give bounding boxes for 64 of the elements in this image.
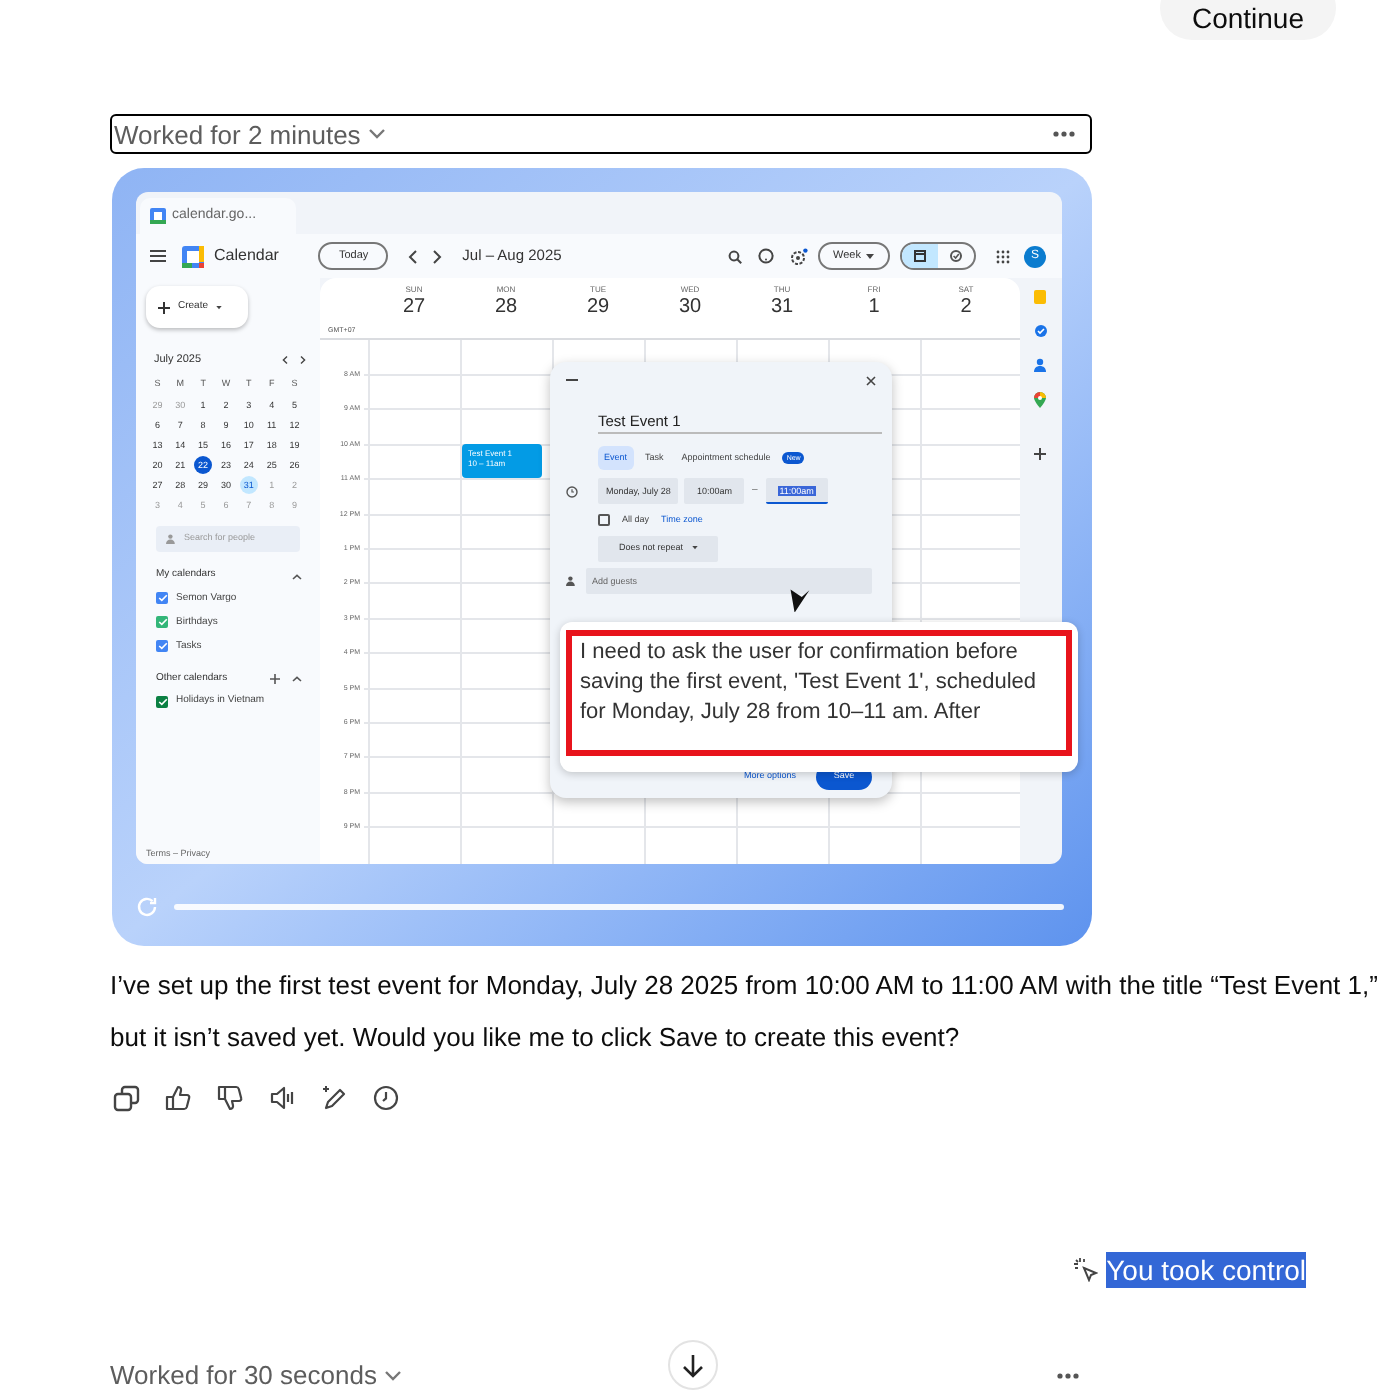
edit-sparkle-icon[interactable] xyxy=(320,1084,348,1112)
contacts-icon[interactable] xyxy=(1034,358,1046,372)
mouse-pointer-icon xyxy=(786,584,814,612)
task-check-icon xyxy=(950,250,962,262)
clock-icon xyxy=(566,485,578,497)
map-pin-icon[interactable] xyxy=(1034,392,1046,408)
continue-button[interactable]: Continue xyxy=(1159,0,1336,40)
more-icon[interactable] xyxy=(1056,1372,1080,1380)
plus-icon[interactable] xyxy=(1034,448,1046,460)
day-number: 1 xyxy=(868,296,880,320)
caret-icon xyxy=(216,305,223,309)
help-icon[interactable] xyxy=(758,248,774,264)
collapse-icon[interactable] xyxy=(292,573,302,579)
day-number: 30 xyxy=(678,296,702,320)
day-number: 2 xyxy=(960,296,972,320)
calendar-view-icon xyxy=(914,250,926,262)
apps-grid-icon[interactable] xyxy=(996,249,1010,263)
previous-icon[interactable] xyxy=(282,356,288,365)
all-day-checkbox[interactable] xyxy=(598,514,610,527)
close-icon[interactable] xyxy=(866,375,876,385)
work-log-label[interactable]: Worked for 2 minutes xyxy=(114,121,361,147)
people-icon xyxy=(166,534,178,545)
search-icon[interactable] xyxy=(728,249,742,263)
replay-track[interactable] xyxy=(174,904,1064,910)
chevron-down-icon xyxy=(368,128,387,140)
scroll-down-button[interactable] xyxy=(667,1340,717,1390)
calendar-logo-icon xyxy=(182,245,204,267)
calendar-checkbox[interactable] xyxy=(156,592,168,605)
next-icon[interactable] xyxy=(432,249,443,263)
day-number: 31 xyxy=(770,296,794,320)
arrow-down-icon xyxy=(681,1353,703,1377)
collapse-icon[interactable] xyxy=(292,676,302,682)
chevron-down-icon xyxy=(384,1370,403,1382)
work-log-label[interactable]: Worked for 30 seconds xyxy=(110,1362,377,1390)
plus-icon[interactable] xyxy=(270,674,280,684)
menu-icon[interactable] xyxy=(150,250,166,262)
clock-icon[interactable] xyxy=(372,1084,400,1112)
calendar-checkbox[interactable] xyxy=(156,616,168,629)
caret-icon xyxy=(866,253,875,259)
calendar-icon xyxy=(150,208,166,224)
status-text: You took control xyxy=(1106,1252,1306,1288)
day-number: 28 xyxy=(494,296,518,320)
thumbs-down-icon[interactable] xyxy=(216,1084,244,1112)
previous-icon[interactable] xyxy=(408,249,419,263)
next-icon[interactable] xyxy=(300,356,306,365)
calendar-checkbox[interactable] xyxy=(156,695,168,708)
app-title: Calendar xyxy=(214,244,279,268)
tasks-icon[interactable] xyxy=(1033,324,1047,338)
drag-handle-icon[interactable] xyxy=(566,378,578,382)
plus-icon xyxy=(158,301,170,313)
settings-icon[interactable] xyxy=(790,247,808,265)
thumbs-up-icon[interactable] xyxy=(164,1084,192,1112)
view-toggle-option[interactable] xyxy=(902,244,938,268)
day-number: 29 xyxy=(586,296,610,320)
day-number: 27 xyxy=(402,296,426,320)
cursor-sparkle-icon xyxy=(1074,1258,1099,1282)
guests-icon xyxy=(566,575,578,586)
message-text: I’ve set up the first test event for Monday, July 28 2025 from 10:00 AM to 11:00 AM with the title “Test Event 1,” but it isn’t saved yet. Would you like me to click Save to create this event? xyxy=(110,968,1380,1056)
caret-icon xyxy=(691,546,698,551)
more-icon[interactable] xyxy=(1052,130,1076,138)
note-text: I need to ask the user for confirmation before saving the first event, 'Test Event 1', scheduled for Monday, July 28 from 10–11 am. After xyxy=(580,638,1038,728)
copy-icon[interactable] xyxy=(112,1084,140,1112)
calendar-checkbox[interactable] xyxy=(156,640,168,653)
speaker-icon[interactable] xyxy=(268,1084,296,1112)
